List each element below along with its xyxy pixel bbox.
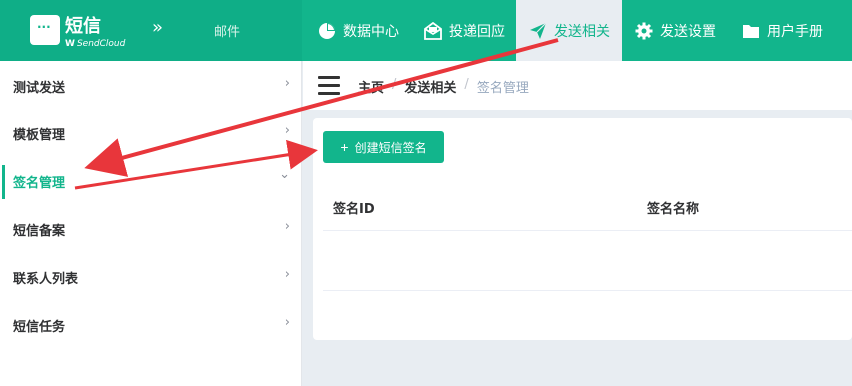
table-header-signature-id: 签名ID [333, 202, 375, 217]
sidebar-item-template-management[interactable]: 模板管理 › [0, 109, 302, 157]
breadcrumb-separator: / [464, 77, 469, 92]
chevron-right-icon: › [284, 315, 290, 330]
sidebar-item-label: 短信备案 [13, 223, 66, 239]
sidebar-item-contact-list[interactable]: 联系人列表 › [0, 253, 302, 301]
brand-area: 短信 WSendCloud » 邮件 [0, 0, 302, 61]
hamburger-menu-icon[interactable] [318, 76, 340, 96]
breadcrumb-current: 签名管理 [476, 81, 529, 96]
signature-list-card: + 创建短信签名 签名ID 签名名称 [313, 118, 852, 340]
table-header-signature-name: 签名名称 [647, 202, 700, 217]
chevron-right-icon: › [284, 76, 290, 91]
nav-label: 用户手册 [767, 23, 823, 40]
nav-label: 发送设置 [660, 23, 716, 40]
mail-link[interactable]: 邮件 [214, 21, 240, 40]
nav-label: 发送相关 [554, 23, 610, 40]
chat-bubble-logo-icon [30, 15, 60, 45]
gear-icon [635, 22, 653, 40]
double-chevron-right-icon[interactable]: » [152, 17, 163, 38]
nav-label: 投递回应 [449, 23, 505, 40]
plus-icon: + [340, 139, 349, 155]
create-button-label: 创建短信签名 [354, 140, 427, 155]
brand-subtitle: W SendCloud [65, 39, 125, 49]
sidebar-item-sms-tasks[interactable]: 短信任务 › [0, 301, 302, 349]
table-header-divider [323, 230, 852, 231]
breadcrumb: 主页 / 发送相关 / 签名管理 [358, 77, 529, 96]
sidebar-item-label: 签名管理 [13, 175, 66, 191]
nav-send-settings[interactable]: 发送设置 [622, 0, 730, 61]
brand-title: 短信 [65, 16, 101, 37]
table-row-divider [323, 290, 852, 291]
sidebar-item-label: 测试发送 [13, 80, 66, 96]
nav-label: 数据中心 [343, 23, 399, 40]
sidebar-item-label: 联系人列表 [13, 271, 79, 287]
paper-plane-icon [529, 22, 547, 40]
breadcrumb-section[interactable]: 发送相关 [404, 77, 456, 96]
sidebar-item-label: 模板管理 [13, 127, 66, 143]
chevron-right-icon: › [284, 267, 290, 282]
breadcrumb-separator: / [392, 77, 397, 92]
nav-delivery-response[interactable]: 投递回应 [412, 0, 517, 61]
sidebar-item-label: 短信任务 [13, 319, 66, 335]
nav-data-center[interactable]: 数据中心 [305, 0, 410, 61]
sidebar-item-sms-filing[interactable]: 短信备案 › [0, 205, 302, 253]
chevron-down-icon: ⌄ [279, 167, 290, 182]
breadcrumb-bar: 主页 / 发送相关 / 签名管理 [303, 61, 852, 110]
pie-chart-icon [318, 22, 336, 40]
envelope-open-icon [424, 21, 442, 40]
chevron-right-icon: › [284, 219, 290, 234]
sidebar-item-signature-management[interactable]: 签名管理 ⌄ [0, 157, 302, 205]
create-sms-signature-button[interactable]: + 创建短信签名 [323, 131, 444, 163]
brand-subtitle-mark: W [65, 39, 75, 49]
brand-subtitle-text: SendCloud [76, 39, 126, 49]
top-navbar: 短信 WSendCloud » 邮件 数据中心 投递回应 发送相关 发送设置 用… [0, 0, 852, 61]
folder-icon [742, 22, 760, 40]
nav-user-manual[interactable]: 用户手册 [730, 0, 852, 61]
breadcrumb-home[interactable]: 主页 [358, 77, 384, 96]
nav-send-related[interactable]: 发送相关 [516, 0, 622, 61]
sidebar-item-test-send[interactable]: 测试发送 › [0, 62, 302, 110]
chevron-right-icon: › [284, 123, 290, 138]
sidebar: 测试发送 › 模板管理 › 签名管理 ⌄ 短信备案 › 联系人列表 › 短信任务… [0, 61, 302, 386]
